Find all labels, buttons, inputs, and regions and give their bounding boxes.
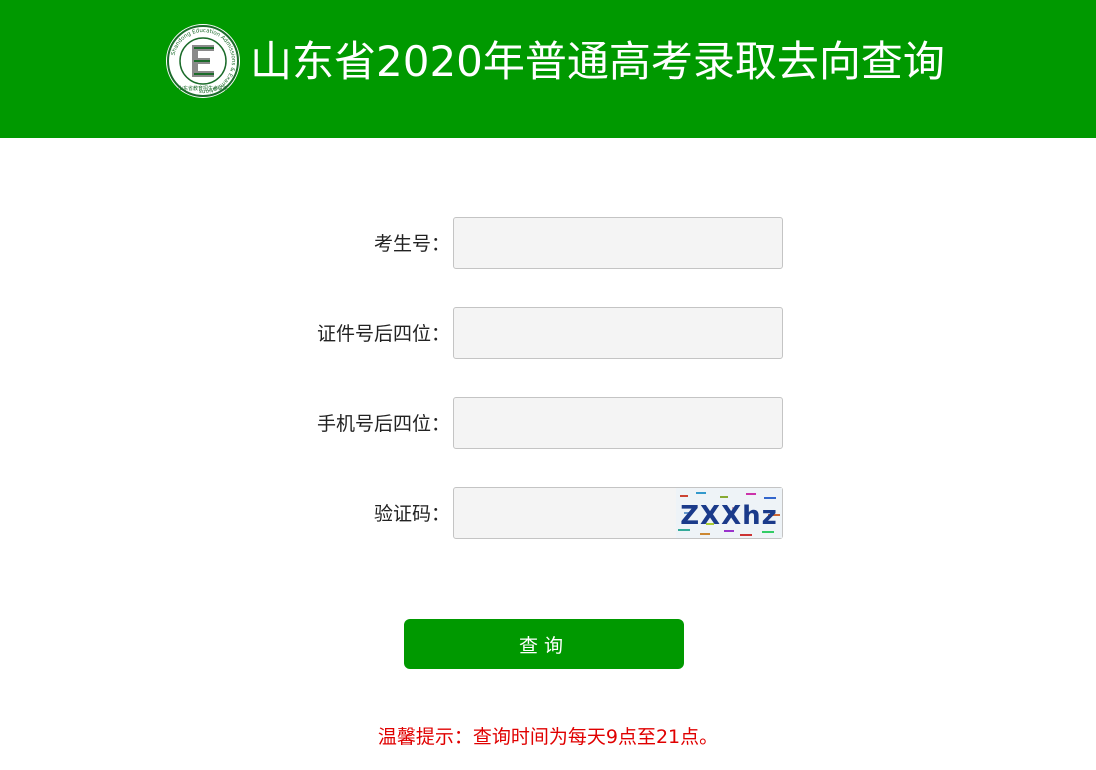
captcha-image[interactable]: ZXXhz [676, 488, 782, 538]
form-row-captcha: 验证码： ZXXhz [0, 487, 1096, 541]
svg-text:山东省教育招生考试院: 山东省教育招生考试院 [178, 85, 228, 92]
form-row-exam-number: 考生号： [0, 217, 1096, 271]
form-row-id-last-four: 证件号后四位： [0, 307, 1096, 361]
phone-last-four-label: 手机号后四位： [316, 413, 450, 435]
captcha-label: 验证码： [373, 503, 450, 525]
notice-text: 温馨提示：查询时间为每天9点至21点。 [377, 726, 719, 748]
form-row-phone-last-four: 手机号后四位： [0, 397, 1096, 451]
svg-text:ZXXhz: ZXXhz [680, 501, 778, 531]
header-banner: Shandong Education Admissions & Examinat… [0, 0, 1096, 138]
id-last-four-label: 证件号后四位： [316, 323, 450, 345]
phone-last-four-input[interactable] [453, 397, 783, 449]
exam-number-input[interactable] [453, 217, 783, 269]
query-button[interactable]: 查询 [404, 619, 684, 669]
logo-icon: Shandong Education Admissions & Examinat… [166, 24, 240, 98]
id-last-four-input[interactable] [453, 307, 783, 359]
page-title: 山东省2020年普通高考录取去向查询 [250, 37, 945, 86]
exam-number-label: 考生号： [373, 233, 450, 255]
